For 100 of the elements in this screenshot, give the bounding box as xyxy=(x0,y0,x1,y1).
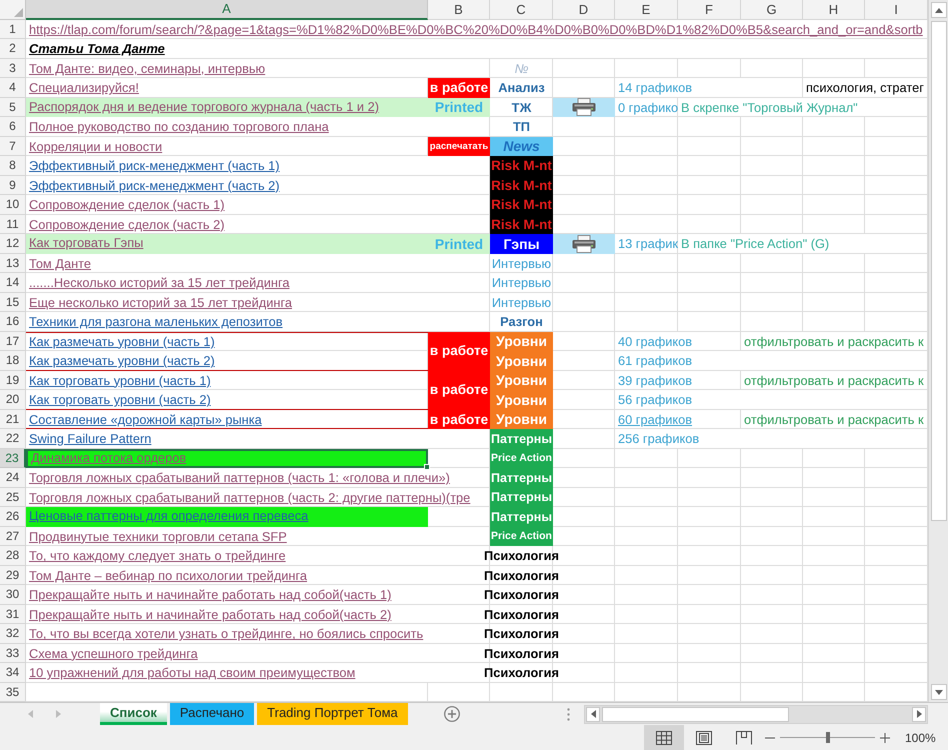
hyperlink[interactable]: Торговля ложных срабатываний паттернов (часть 2: другие паттерны)(тре xyxy=(29,488,470,507)
hyperlink[interactable]: .......Несколько историй за 15 лет трейдинга xyxy=(29,273,290,292)
row-header[interactable]: 34 xyxy=(0,663,26,682)
row-header[interactable]: 35 xyxy=(0,682,26,702)
hyperlink[interactable]: Как торговать уровни (часть 2) xyxy=(29,390,211,410)
hyperlink[interactable]: Как размечать уровни (часть 2) xyxy=(29,351,215,370)
row-header[interactable]: 31 xyxy=(0,604,26,624)
row-header[interactable]: 24 xyxy=(0,468,26,488)
column-header[interactable]: B xyxy=(428,0,490,20)
zoom-in-button[interactable] xyxy=(879,732,891,744)
row-header[interactable]: 1 xyxy=(0,20,26,39)
vertical-scrollbar[interactable] xyxy=(928,0,948,702)
scroll-right-button[interactable] xyxy=(912,706,926,722)
slider-thumb[interactable] xyxy=(826,732,830,743)
hyperlink[interactable]: Эффективный риск-менеджмент (часть 2) xyxy=(29,176,280,195)
row-header[interactable]: 15 xyxy=(0,292,26,312)
new-sheet-button[interactable] xyxy=(444,706,460,722)
row-header[interactable]: 28 xyxy=(0,546,26,566)
scrollbar-thumb[interactable] xyxy=(930,21,946,521)
column-header[interactable]: F xyxy=(678,0,741,20)
row-header[interactable]: 14 xyxy=(0,273,26,292)
sheet-tab[interactable]: Trading Портрет Тома xyxy=(257,703,408,725)
hyperlink[interactable]: Торговля ложных срабатываний паттернов (часть 1: «голова и плечи») xyxy=(29,468,450,488)
row-header[interactable]: 19 xyxy=(0,370,26,390)
row-header[interactable]: 32 xyxy=(0,624,26,644)
hyperlink[interactable]: Динамика потока ордеров xyxy=(31,452,186,465)
scroll-up-button[interactable] xyxy=(930,2,946,18)
row-header[interactable]: 17 xyxy=(0,332,26,351)
row-header[interactable]: 18 xyxy=(0,351,26,370)
row-header[interactable]: 10 xyxy=(0,195,26,214)
row-header[interactable]: 5 xyxy=(0,98,26,117)
sheet-tab[interactable]: Распечано xyxy=(170,703,254,725)
row-header[interactable]: 22 xyxy=(0,429,26,448)
column-header[interactable]: G xyxy=(741,0,803,20)
row-header[interactable]: 33 xyxy=(0,644,26,663)
right-arrow-icon xyxy=(56,710,60,718)
row-header[interactable]: 3 xyxy=(0,58,26,78)
row-header[interactable]: 2 xyxy=(0,39,26,58)
hyperlink[interactable]: Специализируйся! xyxy=(29,78,139,98)
hyperlink[interactable]: Как торговать уровни (часть 1) xyxy=(29,370,211,390)
hyperlink[interactable]: Корреляции и новости xyxy=(29,136,162,156)
row-header[interactable]: 8 xyxy=(0,156,26,176)
row-header[interactable]: 27 xyxy=(0,526,26,546)
hyperlink[interactable]: Swing Failure Pattern xyxy=(29,429,152,448)
row-header[interactable]: 6 xyxy=(0,117,26,136)
hyperlink[interactable]: Еще несколько историй за 15 лет трейдинга xyxy=(29,292,292,312)
hyperlink[interactable]: Продвинутые техники торговли сетапа SFP xyxy=(29,526,287,546)
column-header[interactable]: H xyxy=(803,0,865,20)
hyperlink[interactable]: Прекращайте ныть и начинайте работать над собой(часть 2) xyxy=(29,604,392,624)
left-arrow-icon xyxy=(590,710,596,718)
scroll-down-button[interactable] xyxy=(930,684,946,700)
row-header[interactable]: 25 xyxy=(0,488,26,507)
row-header[interactable]: 9 xyxy=(0,176,26,195)
row-header[interactable]: 21 xyxy=(0,410,26,429)
column-header[interactable]: D xyxy=(553,0,615,20)
hyperlink[interactable]: Ценовые паттерны для определения перевеса xyxy=(29,510,308,524)
hyperlink[interactable]: Том Данте: видео, семинары, интервью xyxy=(29,58,266,78)
row-header[interactable]: 7 xyxy=(0,136,26,156)
drag-handle-icon[interactable] xyxy=(567,708,570,720)
scroll-left-button[interactable] xyxy=(586,706,600,722)
hyperlink[interactable]: Как размечать уровни (часть 1) xyxy=(29,332,215,351)
hyperlink[interactable]: Распорядок дня и ведение торгового журнала (часть 1 и 2) xyxy=(29,100,379,114)
hyperlink[interactable]: Составление «дорожной карты» рынка xyxy=(29,410,262,429)
row-header[interactable]: 29 xyxy=(0,566,26,585)
hyperlink[interactable]: То, что вы всегда хотели узнать о трейдинге, но боялись спросить xyxy=(29,624,424,644)
row-header[interactable]: 11 xyxy=(0,214,26,234)
row-header[interactable]: 20 xyxy=(0,390,26,410)
row-header[interactable]: 16 xyxy=(0,312,26,332)
zoom-level[interactable]: 100% xyxy=(905,728,936,746)
row-header[interactable]: 13 xyxy=(0,254,26,273)
hyperlink[interactable]: Эффективный риск-менеджмент (часть 1) xyxy=(29,156,280,176)
column-header[interactable]: A xyxy=(26,0,428,20)
hyperlink[interactable]: Прекращайте ныть и начинайте работать над собой(часть 1) xyxy=(29,585,392,604)
hyperlink[interactable]: https://tlap.com/forum/search/?&page=1&tags=%D1%82%D0%BE%D0%BC%20%D0%B4%D0%B0%D0%BD%D1%82%D0%B5&search_and_or=and&sortb xyxy=(29,20,923,39)
hyperlink[interactable]: Сопровождение сделок (часть 2) xyxy=(29,214,225,234)
hyperlink[interactable]: 10 упражнений для работы над своим преимуществом xyxy=(29,663,356,682)
hyperlink[interactable]: Техники для разгона маленьких депозитов xyxy=(29,312,283,332)
hyperlink[interactable]: То, что каждому следует знать о трейдинге xyxy=(29,546,286,566)
column-header[interactable]: C xyxy=(490,0,553,20)
hyperlink[interactable]: Как торговать Гэпы xyxy=(29,237,144,250)
row-header[interactable]: 26 xyxy=(0,507,26,526)
hyperlink[interactable]: Схема успешного трейдинга xyxy=(29,644,198,663)
hyperlink[interactable]: Сопровождение сделок (часть 1) xyxy=(29,195,225,214)
column-header[interactable]: E xyxy=(615,0,678,20)
row-header[interactable]: 30 xyxy=(0,585,26,604)
row-header[interactable]: 12 xyxy=(0,234,26,254)
category-label: ТП xyxy=(512,118,530,136)
fill-handle[interactable] xyxy=(424,464,430,470)
hyperlink[interactable]: Том Данте xyxy=(29,254,91,273)
zoom-slider[interactable] xyxy=(780,732,875,743)
normal-view-button[interactable] xyxy=(644,725,684,750)
hyperlink[interactable]: Полное руководство по созданию торгового плана xyxy=(29,117,329,136)
column-header[interactable]: I xyxy=(865,0,928,20)
row-header[interactable]: 23 xyxy=(0,448,26,468)
row-header[interactable]: 4 xyxy=(0,78,26,98)
horizontal-scrollbar[interactable] xyxy=(584,704,928,724)
scrollbar-thumb[interactable] xyxy=(602,706,789,722)
category-label: Разгон xyxy=(500,313,543,332)
hyperlink[interactable]: Том Данте – вебинар по психологии трейдинга xyxy=(29,566,308,585)
chart-count: 60 графиков xyxy=(618,410,692,429)
